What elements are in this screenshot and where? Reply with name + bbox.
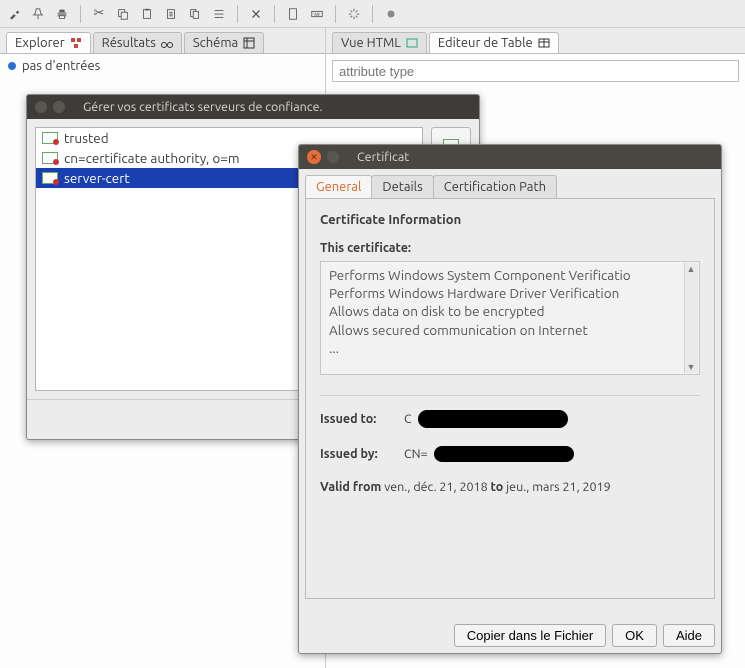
- tree-no-entries: pas d'entrées: [8, 58, 317, 74]
- tab-label: Schéma: [193, 36, 238, 50]
- plug-icon[interactable]: [6, 6, 22, 22]
- tab-details[interactable]: Details: [371, 175, 433, 198]
- table-icon: [538, 37, 550, 49]
- validity-row: Valid from ven., déc. 21, 2018 to jeu., …: [320, 480, 700, 494]
- printer-icon[interactable]: [54, 6, 70, 22]
- tab-label: Résultats: [102, 36, 156, 50]
- keyboard-icon[interactable]: [309, 6, 325, 22]
- paste-icon[interactable]: [139, 6, 155, 22]
- purpose-line: Performs Windows Hardware Driver Verific…: [329, 284, 691, 302]
- issued-by-prefix: CN=: [404, 447, 428, 461]
- tree-label: pas d'entrées: [22, 59, 100, 73]
- attribute-type-input[interactable]: [332, 60, 739, 82]
- general-panel: Certificate Information This certificate…: [305, 199, 715, 599]
- issued-to-label: Issued to:: [320, 412, 398, 426]
- window-button-icon[interactable]: [35, 101, 47, 113]
- scrollbar[interactable]: ▲ ▼: [684, 263, 698, 373]
- issued-to-row: Issued to: C: [320, 410, 700, 428]
- redacted-value: [418, 410, 568, 428]
- copy-to-file-button[interactable]: Copier dans le Fichier: [454, 624, 606, 647]
- clipboard-icon[interactable]: [163, 6, 179, 22]
- valid-from-label: Valid from: [320, 480, 381, 494]
- purpose-line: Performs Windows System Component Verifi…: [329, 266, 691, 284]
- issued-by-label: Issued by:: [320, 447, 398, 461]
- tab-certification-path[interactable]: Certification Path: [433, 175, 557, 198]
- scroll-down-icon[interactable]: ▼: [686, 361, 696, 373]
- main-toolbar: ✂: [0, 0, 745, 28]
- window-button-icon[interactable]: [53, 101, 65, 113]
- html-icon: [406, 37, 418, 49]
- dialog-titlebar[interactable]: Gérer vos certificats serveurs de confia…: [27, 95, 479, 119]
- record-icon[interactable]: [383, 6, 399, 22]
- this-certificate-label: This certificate:: [320, 241, 700, 255]
- redacted-value: [434, 446, 574, 462]
- cert-dialog-footer: Copier dans le Fichier OK Aide: [454, 624, 715, 647]
- certificate-icon: [42, 152, 58, 164]
- binoculars-icon: [161, 37, 173, 49]
- bullet-icon: [8, 62, 16, 70]
- cert-label: trusted: [64, 130, 109, 146]
- tab-table-editor[interactable]: Editeur de Table: [429, 32, 559, 53]
- scroll-up-icon[interactable]: ▲: [686, 263, 696, 275]
- dialog-titlebar[interactable]: ✕ Certificat: [299, 145, 721, 169]
- sparkle-icon[interactable]: [346, 6, 362, 22]
- dialog-title: Certificat: [357, 150, 409, 164]
- list-icon[interactable]: [211, 6, 227, 22]
- valid-to-date: jeu., mars 21, 2019: [506, 480, 611, 494]
- new-doc-icon[interactable]: [285, 6, 301, 22]
- certificate-dialog: ✕ Certificat General Details Certificati…: [298, 144, 722, 654]
- valid-from-date: ven., déc. 21, 2018: [384, 480, 487, 494]
- certificate-purposes-box[interactable]: Performs Windows System Component Verifi…: [320, 261, 700, 375]
- issued-by-row: Issued by: CN=: [320, 446, 700, 462]
- valid-to-label: to: [491, 480, 504, 494]
- cert-tabstrip: General Details Certification Path: [305, 175, 715, 199]
- tab-label: Explorer: [15, 36, 65, 50]
- window-button-icon[interactable]: [327, 151, 339, 163]
- right-tabstrip: Vue HTML Editeur de Table: [326, 28, 745, 54]
- tab-label: Editeur de Table: [438, 36, 533, 50]
- cert-label: server-cert: [64, 170, 130, 186]
- purpose-line: Allows secured communication on Internet: [329, 321, 691, 339]
- ok-button[interactable]: OK: [612, 624, 657, 647]
- tab-explorer[interactable]: Explorer: [6, 32, 91, 53]
- cert-info-heading: Certificate Information: [320, 213, 700, 227]
- tab-schema[interactable]: Schéma: [184, 32, 264, 53]
- cut-icon[interactable]: ✂: [91, 6, 107, 22]
- tab-results[interactable]: Résultats: [93, 32, 182, 53]
- left-tabstrip: Explorer Résultats Schéma: [0, 28, 325, 54]
- certificate-icon: [42, 132, 58, 144]
- push-pin-icon[interactable]: [30, 6, 46, 22]
- purpose-line: ...: [329, 339, 691, 357]
- delete-icon[interactable]: [248, 6, 264, 22]
- copy-icon[interactable]: [115, 6, 131, 22]
- divider: [320, 395, 700, 396]
- cert-label: cn=certificate authority, o=m: [64, 150, 240, 166]
- tab-general[interactable]: General: [305, 175, 372, 198]
- purpose-line: Allows data on disk to be encrypted: [329, 302, 691, 320]
- files-icon[interactable]: [187, 6, 203, 22]
- dialog-title: Gérer vos certificats serveurs de confia…: [83, 100, 323, 114]
- tab-vue-html[interactable]: Vue HTML: [332, 32, 427, 53]
- close-icon[interactable]: ✕: [307, 150, 321, 164]
- schema-icon: [243, 37, 255, 49]
- certificate-icon: [42, 172, 58, 184]
- help-button[interactable]: Aide: [663, 624, 715, 647]
- tab-label: Vue HTML: [341, 36, 401, 50]
- explorer-icon: [70, 37, 82, 49]
